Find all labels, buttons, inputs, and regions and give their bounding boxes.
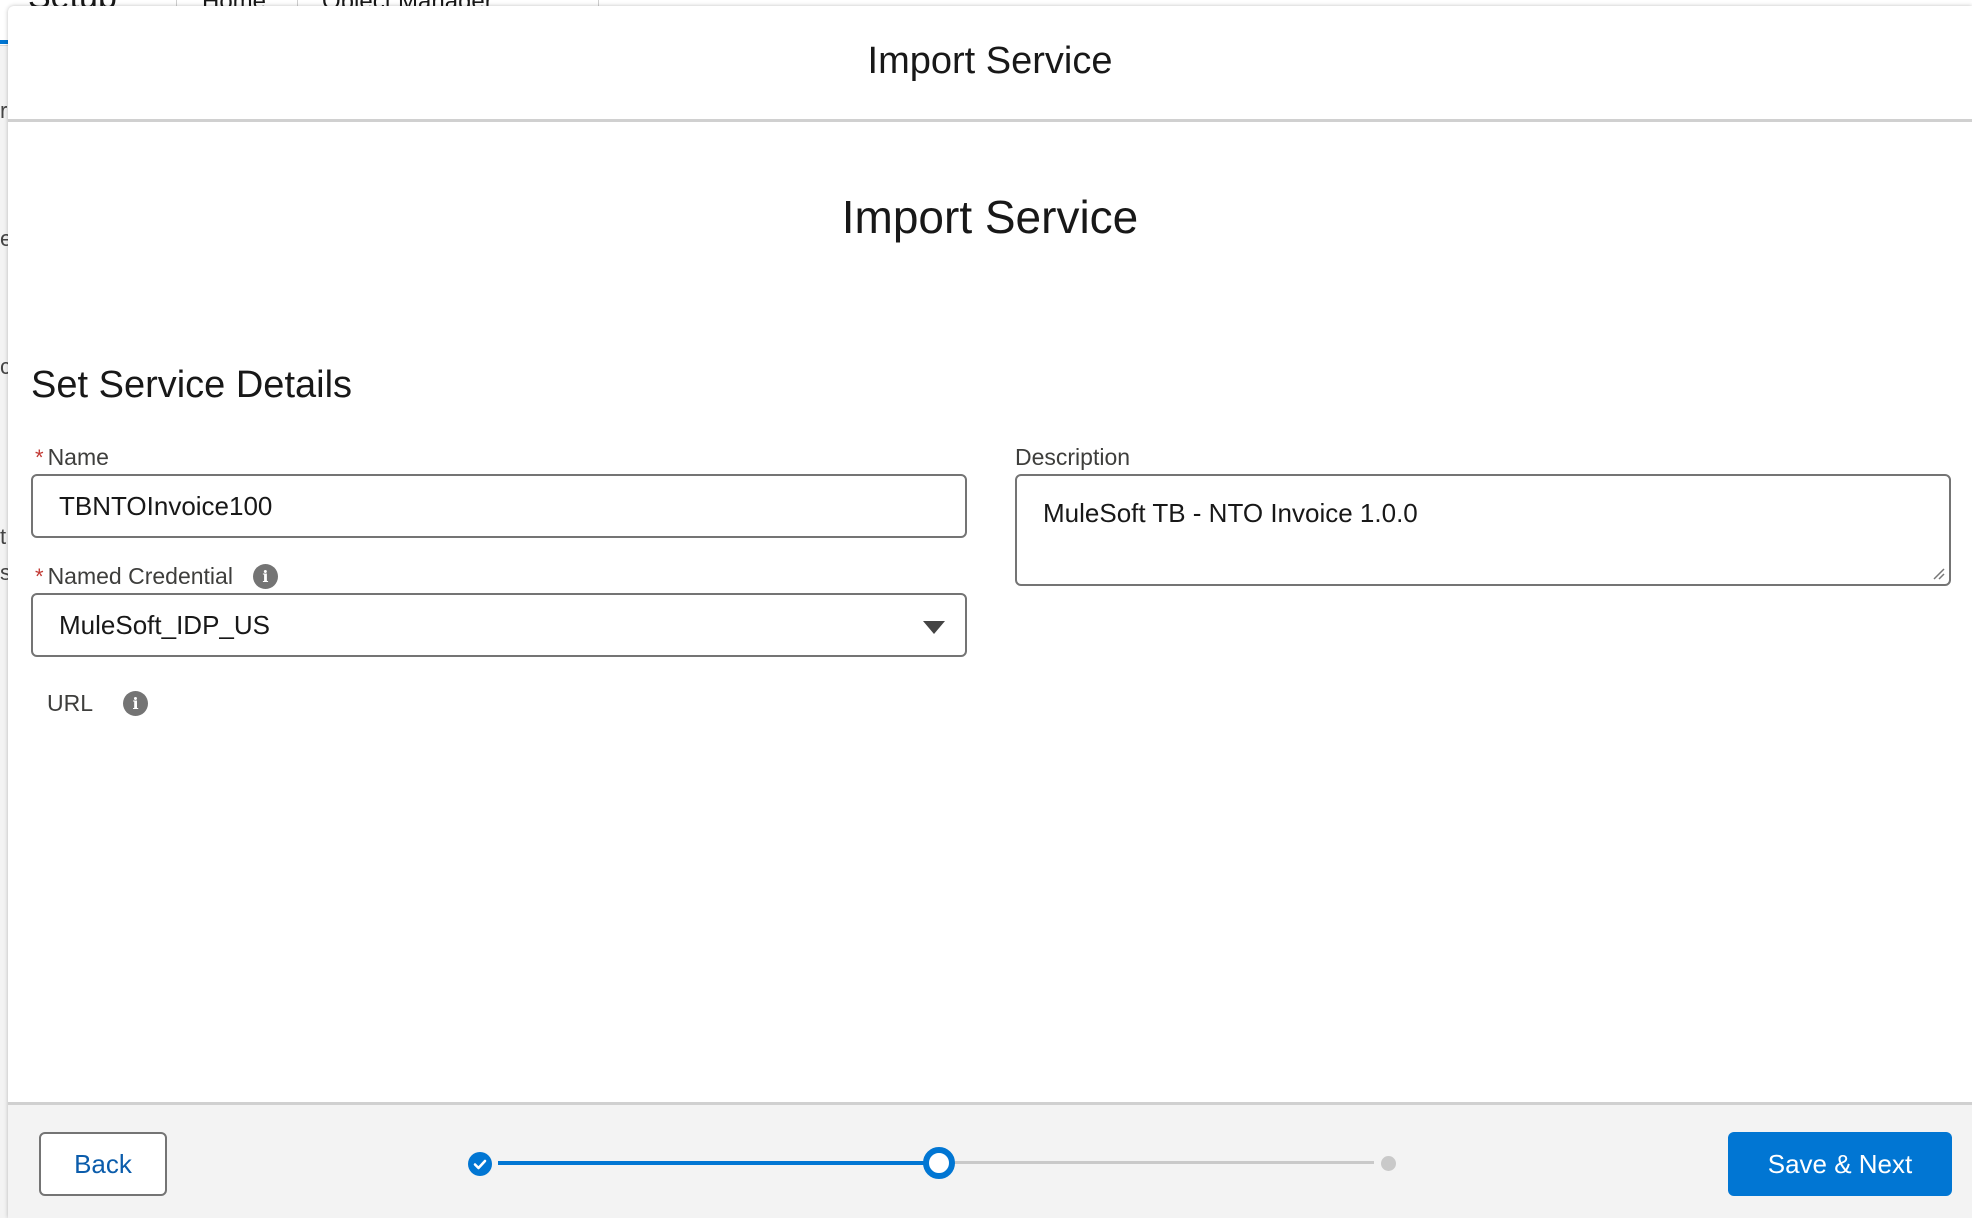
named-credential-selected-value: MuleSoft_IDP_US [59,609,270,640]
page-heading: Import Service [841,191,1139,243]
progress-step-3-upcoming[interactable] [1381,1156,1396,1171]
modal-header: Import Service [8,6,1972,122]
background-text-fragment: r [0,98,8,123]
progress-step-2-current[interactable] [923,1147,955,1179]
background-text-fragment: t [0,524,7,549]
info-icon[interactable]: i [123,691,149,716]
name-input-value: TBNTOInvoice100 [59,490,273,521]
named-credential-label: * Named Credential i [35,563,278,590]
progress-bar-remaining [954,1161,1374,1164]
url-label-text: URL [47,690,94,716]
back-button[interactable]: Back [39,1132,167,1196]
check-icon [473,1159,487,1170]
import-service-modal: Import Service Import Service Set Servic… [8,6,1972,1218]
description-label-text: Description [1015,444,1131,470]
chevron-down-icon [923,621,945,634]
progress-indicator [468,1141,1428,1185]
url-label: URL i [47,690,149,717]
name-label-text: Name [47,444,109,470]
resize-handle-icon[interactable] [1931,566,1945,580]
progress-step-1-completed[interactable] [468,1152,492,1176]
info-icon[interactable]: i [252,564,278,589]
name-input[interactable]: TBNTOInvoice100 [31,474,967,538]
modal-footer: Back Save & Next [8,1102,1972,1218]
progress-bar-completed [498,1161,926,1165]
name-label: * Name [35,444,109,471]
required-mark: * [35,444,44,470]
named-credential-select[interactable]: MuleSoft_IDP_US [31,593,967,657]
description-label: Description [1015,444,1130,471]
required-mark: * [35,563,44,589]
save-and-next-button[interactable]: Save & Next [1728,1132,1952,1196]
section-heading: Set Service Details [31,364,353,406]
named-credential-label-text: Named Credential [47,563,233,589]
description-textarea[interactable]: MuleSoft TB - NTO Invoice 1.0.0 [1015,474,1951,586]
modal-title: Import Service [867,40,1113,82]
description-value: MuleSoft TB - NTO Invoice 1.0.0 [1043,498,1418,528]
